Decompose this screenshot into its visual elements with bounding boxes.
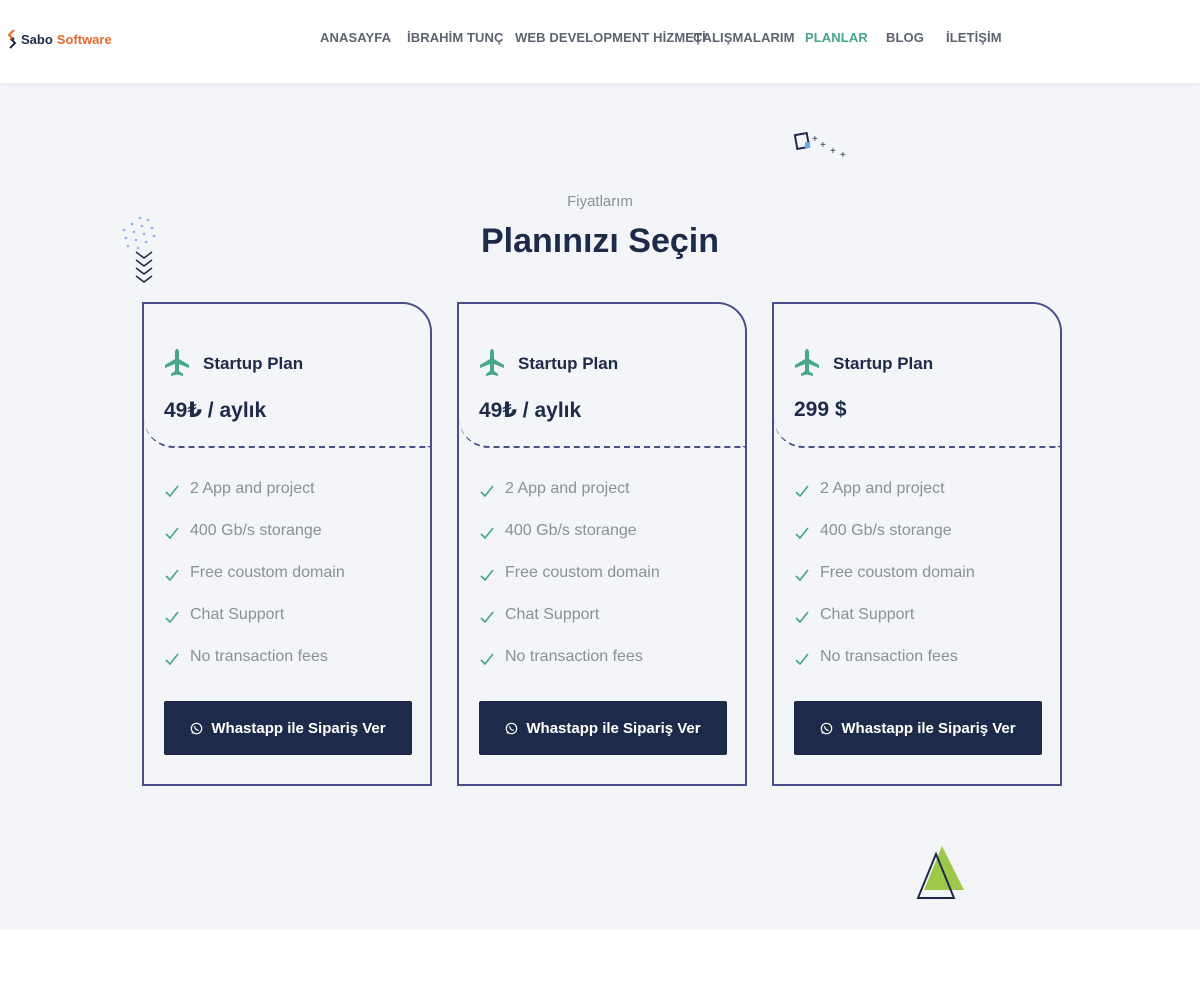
feature-item: 400 Gb/s storange: [794, 522, 975, 564]
feature-label: 2 App and project: [505, 480, 630, 497]
order-button-label: Whastapp ile Sipariş Ver: [526, 719, 701, 737]
feature-label: 2 App and project: [820, 480, 945, 497]
section-subtitle: Fiyatlarım: [567, 193, 633, 210]
brand-name-first: Sabo: [21, 31, 53, 47]
check-icon: [165, 569, 179, 582]
feature-item: Chat Support: [479, 606, 660, 648]
svg-text:+: +: [840, 150, 846, 161]
feature-item: Free coustom domain: [794, 564, 975, 606]
feature-item: No transaction fees: [479, 648, 660, 690]
feature-label: 400 Gb/s storange: [505, 522, 637, 539]
feature-label: Free coustom domain: [190, 564, 345, 581]
feature-label: Chat Support: [190, 606, 285, 623]
brand-logo[interactable]: Sabo Software: [7, 28, 112, 50]
feature-label: 400 Gb/s storange: [820, 522, 952, 539]
check-icon: [480, 569, 494, 582]
triangle-decoration-icon: [916, 846, 964, 899]
feature-label: No transaction fees: [190, 648, 328, 665]
pricing-card: Startup Plan 49₺ / aylık 2 App and proje…: [142, 302, 432, 786]
order-button-label: Whastapp ile Sipariş Ver: [841, 719, 1016, 737]
feature-item: Chat Support: [794, 606, 975, 648]
check-icon: [165, 485, 179, 498]
whatsapp-order-button[interactable]: Whastapp ile Sipariş Ver: [164, 701, 412, 755]
feature-item: 400 Gb/s storange: [479, 522, 660, 564]
feature-label: Chat Support: [505, 606, 600, 623]
footer-band: [0, 930, 1200, 1000]
feature-label: 2 App and project: [190, 480, 315, 497]
plan-name: Startup Plan: [833, 354, 934, 373]
nav-item-iletisim[interactable]: İLETİŞİM: [946, 30, 1006, 45]
svg-text:+: +: [820, 140, 826, 151]
check-icon: [480, 527, 494, 540]
feature-item: Chat Support: [164, 606, 345, 648]
nav-item-planlar[interactable]: PLANLAR: [805, 30, 886, 45]
feature-list: 2 App and project 400 Gb/s storange Free…: [794, 480, 975, 690]
whatsapp-order-button[interactable]: Whastapp ile Sipariş Ver: [794, 701, 1042, 755]
card-header: Startup Plan 49₺ / aylık: [144, 304, 430, 448]
nav-item-web-development[interactable]: WEB DEVELOPMENT HİZMETİ: [515, 30, 706, 45]
check-icon: [480, 485, 494, 498]
feature-label: No transaction fees: [505, 648, 643, 665]
check-icon: [480, 611, 494, 624]
feature-item: No transaction fees: [164, 648, 345, 690]
nav-item-calismalarim[interactable]: ÇALIŞMALARIM: [693, 30, 805, 45]
whatsapp-icon: [191, 722, 203, 734]
check-icon: [795, 653, 809, 666]
pricing-card: Startup Plan 49₺ / aylık 2 App and proje…: [457, 302, 747, 786]
whatsapp-icon: [821, 722, 833, 734]
nav-item-ibrahim-tunc[interactable]: İBRAHİM TUNÇ: [407, 30, 515, 45]
feature-list: 2 App and project 400 Gb/s storange Free…: [479, 480, 660, 690]
card-header: Startup Plan 49₺ / aylık: [459, 304, 745, 448]
svg-text:+: +: [812, 134, 818, 145]
check-icon: [795, 611, 809, 624]
check-icon: [480, 653, 494, 666]
check-icon: [795, 569, 809, 582]
feature-item: Free coustom domain: [164, 564, 345, 606]
feature-label: No transaction fees: [820, 648, 958, 665]
plan-name: Startup Plan: [518, 354, 619, 373]
sparkle-decoration-icon: + + + +: [793, 131, 846, 161]
svg-text:+: +: [830, 146, 836, 157]
feature-item: No transaction fees: [794, 648, 975, 690]
card-header: Startup Plan 299 $: [774, 304, 1060, 448]
feature-item: 2 App and project: [164, 480, 345, 522]
feature-item: Free coustom domain: [479, 564, 660, 606]
plane-icon: [480, 349, 504, 376]
nav-item-anasayfa[interactable]: ANASAYFA: [320, 30, 407, 45]
check-icon: [165, 527, 179, 540]
section-title: Planınızı Seçin: [480, 222, 720, 260]
plane-icon: [165, 349, 189, 376]
site-header: Sabo Software ANASAYFA İBRAHİM TUNÇ WEB …: [0, 0, 1200, 83]
plan-name: Startup Plan: [203, 354, 304, 373]
pricing-card: Startup Plan 299 $ 2 App and project 400…: [772, 302, 1062, 786]
check-icon: [165, 611, 179, 624]
feature-label: Chat Support: [820, 606, 915, 623]
feature-item: 400 Gb/s storange: [164, 522, 345, 564]
plane-icon: [795, 349, 819, 376]
feature-label: Free coustom domain: [820, 564, 975, 581]
whatsapp-order-button[interactable]: Whastapp ile Sipariş Ver: [479, 701, 727, 755]
feature-list: 2 App and project 400 Gb/s storange Free…: [164, 480, 345, 690]
whatsapp-icon: [506, 722, 518, 734]
brand-name-second: Software: [56, 31, 112, 47]
main-nav: ANASAYFA İBRAHİM TUNÇ WEB DEVELOPMENT Hİ…: [320, 30, 1006, 45]
plan-price: 49₺ / aylık: [164, 399, 267, 422]
feature-label: Free coustom domain: [505, 564, 660, 581]
nav-item-blog[interactable]: BLOG: [886, 30, 946, 45]
logo-icon: [7, 29, 17, 49]
check-icon: [795, 485, 809, 498]
feature-label: 400 Gb/s storange: [190, 522, 322, 539]
check-icon: [165, 653, 179, 666]
feature-item: 2 App and project: [479, 480, 660, 522]
order-button-label: Whastapp ile Sipariş Ver: [211, 719, 386, 737]
plan-price: 49₺ / aylık: [479, 399, 582, 422]
check-icon: [795, 527, 809, 540]
plan-price: 299 $: [794, 398, 847, 421]
feature-item: 2 App and project: [794, 480, 975, 522]
